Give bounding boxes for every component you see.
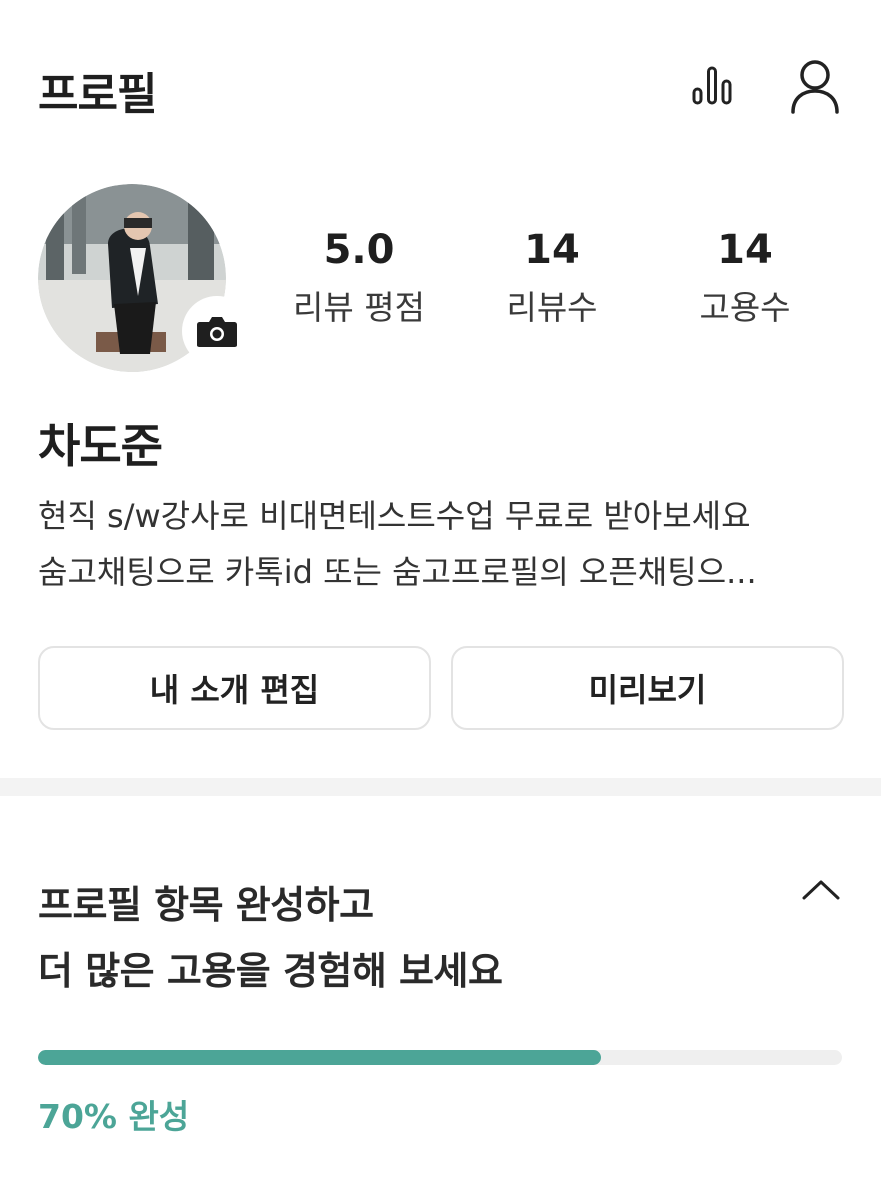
camera-icon[interactable]	[182, 296, 252, 366]
preview-button[interactable]: 미리보기	[451, 646, 844, 730]
user-account-icon[interactable]	[788, 58, 842, 116]
stat-label: 리뷰수	[506, 288, 598, 327]
profile-stats: 5.0 리뷰 평점 14 리뷰수 14 고용수	[262, 226, 842, 346]
intro-line: 숨고채팅으로 카톡id 또는 숨고프로필의 오픈채팅으...	[38, 553, 757, 591]
progress-text: 70% 완성	[38, 1097, 190, 1136]
profile-page: 프로필 5.0 리뷰 평점 14 리뷰수 14 고용수 차도준 현직 s/w강사…	[0, 0, 881, 1200]
stat-hire-count[interactable]: 14 고용수	[648, 226, 842, 330]
stat-review-count[interactable]: 14 리뷰수	[455, 226, 649, 330]
profile-name: 차도준	[38, 419, 163, 473]
chevron-up-icon[interactable]	[800, 872, 842, 908]
progress-fill	[38, 1050, 601, 1065]
stat-value: 5.0	[323, 227, 395, 273]
bar-chart-icon[interactable]	[688, 62, 736, 110]
section-divider	[0, 778, 881, 796]
completion-title-line: 프로필 항목 완성하고	[38, 883, 374, 927]
stat-rating[interactable]: 5.0 리뷰 평점	[262, 226, 456, 330]
profile-intro[interactable]: 현직 s/w강사로 비대면테스트수업 무료로 받아보세요 숨고채팅으로 카톡id…	[38, 488, 838, 600]
stat-label: 고용수	[699, 288, 791, 327]
completion-title: 프로필 항목 완성하고 더 많은 고용을 경험해 보세요	[38, 872, 758, 1004]
completion-progress-bar	[38, 1050, 842, 1065]
intro-line: 현직 s/w강사로 비대면테스트수업 무료로 받아보세요	[38, 497, 751, 535]
header: 프로필	[0, 0, 881, 170]
stat-label: 리뷰 평점	[293, 288, 425, 327]
avatar[interactable]	[38, 184, 252, 372]
stat-value: 14	[524, 227, 580, 273]
edit-intro-button[interactable]: 내 소개 편집	[38, 646, 431, 730]
page-title: 프로필	[38, 69, 157, 120]
stat-value: 14	[717, 227, 773, 273]
completion-title-line: 더 많은 고용을 경험해 보세요	[38, 949, 503, 993]
